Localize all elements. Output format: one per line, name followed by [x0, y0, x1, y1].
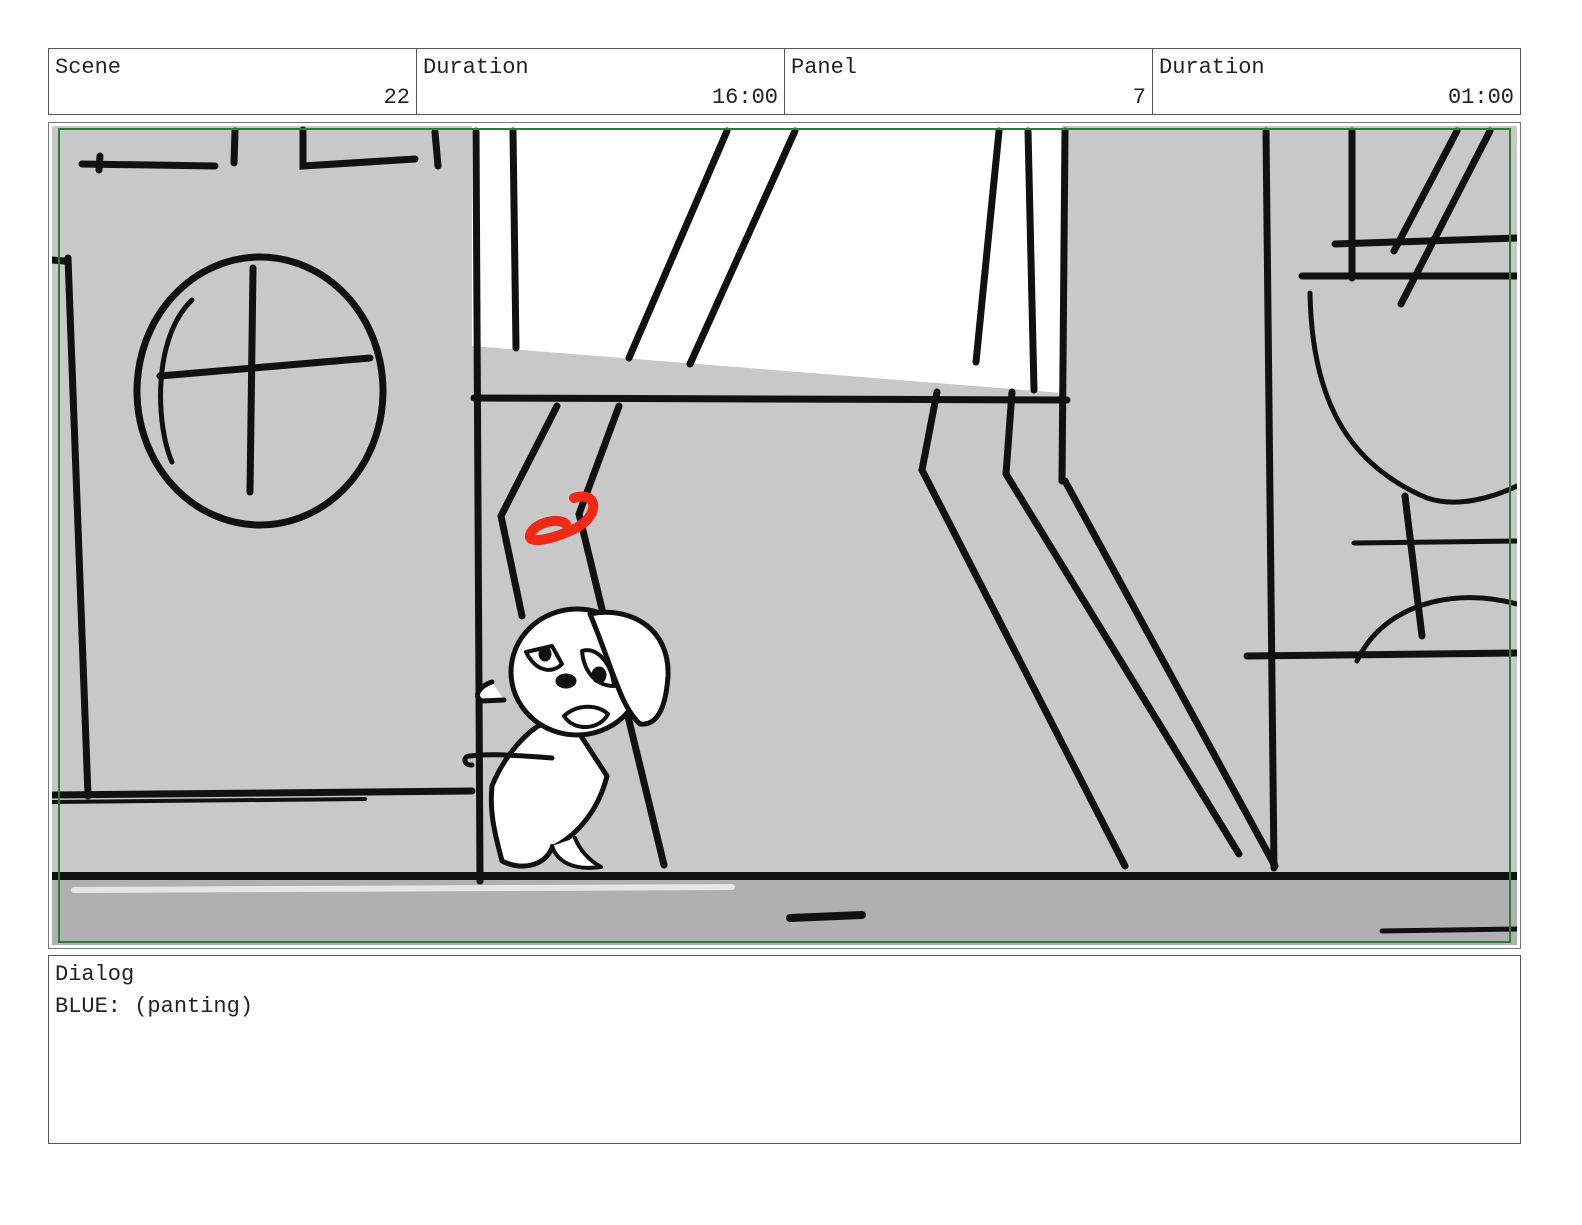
scene-duration-value: 16:00 — [711, 85, 778, 110]
dialog-label: Dialog — [55, 962, 135, 987]
scene-number: 22 — [383, 85, 410, 110]
panel-info-header: Scene 22 Duration 16:00 Panel 7 Duration… — [48, 48, 1521, 115]
dialog-box: Dialog BLUE: (panting) — [48, 955, 1521, 1144]
scene-label: Scene — [55, 55, 122, 80]
scene-duration-cell: Duration 16:00 — [417, 49, 785, 114]
floor-highlight — [71, 884, 735, 893]
storyboard-drawing — [52, 126, 1517, 945]
storyboard-frame — [48, 122, 1521, 949]
scene-cell: Scene 22 — [49, 49, 417, 114]
panel-cell: Panel 7 — [785, 49, 1153, 114]
panel-number: 7 — [1132, 85, 1146, 110]
scene-duration-label: Duration — [423, 55, 529, 80]
panel-duration-label: Duration — [1159, 55, 1265, 80]
panel-label: Panel — [791, 55, 858, 80]
panel-duration-value: 01:00 — [1447, 85, 1514, 110]
panel-duration-cell: Duration 01:00 — [1153, 49, 1520, 114]
dialog-text: BLUE: (panting) — [55, 994, 254, 1019]
